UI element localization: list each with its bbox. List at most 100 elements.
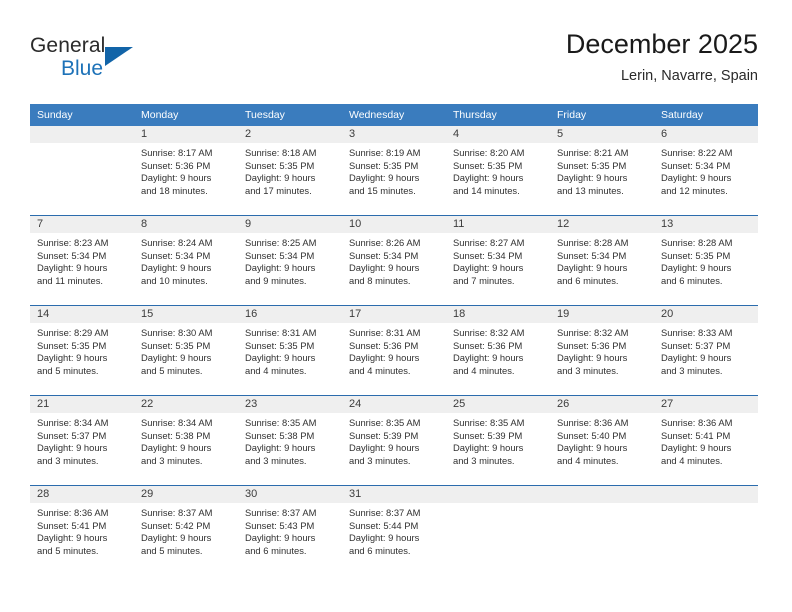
day-number: 22 [134,396,238,413]
daylight-duration-line1: Daylight: 9 hours [245,262,316,274]
calendar-day-cell[interactable]: 27 Sunrise: 8:36 AM Sunset: 5:41 PM Dayligh… [654,396,758,485]
calendar-day-cell[interactable]: 22 Sunrise: 8:34 AM Sunset: 5:38 PM Dayligh… [134,396,238,485]
sunrise-time: Sunrise: 8:28 AM [557,237,629,248]
daylight-duration-line2: and 9 minutes. [245,274,307,286]
day-details: Sunrise: 8:31 AM Sunset: 5:36 PM Daylight:… [342,323,446,377]
calendar-day-cell[interactable]: 16 Sunrise: 8:31 AM Sunset: 5:35 PM Dayligh… [238,306,342,395]
title-block: December 2025 Lerin, Navarre, Spain [566,28,758,87]
calendar-day-cell[interactable]: 15 Sunrise: 8:30 AM Sunset: 5:35 PM Dayligh… [134,306,238,395]
sunset-time: Sunset: 5:35 PM [141,339,211,351]
sunrise-time: Sunrise: 8:17 AM [141,147,213,158]
daylight-duration-line1: Daylight: 9 hours [349,172,420,184]
sunrise-time: Sunrise: 8:25 AM [245,237,317,248]
weekday-header-wednesday: Wednesday [349,109,405,121]
daylight-duration-line2: and 4 minutes. [661,454,723,466]
day-details: Sunrise: 8:32 AM Sunset: 5:36 PM Daylight:… [446,323,550,377]
sunset-time: Sunset: 5:35 PM [245,339,315,351]
daylight-duration-line1: Daylight: 9 hours [557,352,628,364]
calendar-day-cell[interactable]: 4 Sunrise: 8:20 AM Sunset: 5:35 PM Daylight… [446,126,550,215]
daylight-duration-line2: and 4 minutes. [349,364,411,376]
calendar-day-cell[interactable]: 18 Sunrise: 8:32 AM Sunset: 5:36 PM Dayligh… [446,306,550,395]
calendar-day-cell[interactable]: 21 Sunrise: 8:34 AM Sunset: 5:37 PM Dayligh… [30,396,134,485]
sunset-time: Sunset: 5:39 PM [349,429,419,441]
daylight-duration-line1: Daylight: 9 hours [661,352,732,364]
daylight-duration-line1: Daylight: 9 hours [349,262,420,274]
daylight-duration-line1: Daylight: 9 hours [245,352,316,364]
daylight-duration-line2: and 6 minutes. [661,274,723,286]
sunset-time: Sunset: 5:37 PM [661,339,731,351]
daylight-duration-line2: and 17 minutes. [245,184,312,196]
calendar-day-cell[interactable]: 19 Sunrise: 8:32 AM Sunset: 5:36 PM Dayligh… [550,306,654,395]
calendar-day-cell-empty [550,486,654,576]
calendar-day-cell[interactable]: 23 Sunrise: 8:35 AM Sunset: 5:38 PM Dayligh… [238,396,342,485]
sunset-time: Sunset: 5:42 PM [141,519,211,531]
calendar-day-cell[interactable]: 25 Sunrise: 8:35 AM Sunset: 5:39 PM Dayligh… [446,396,550,485]
day-details: Sunrise: 8:35 AM Sunset: 5:38 PM Daylight:… [238,413,342,467]
day-number: 18 [446,306,550,323]
calendar-day-cell[interactable]: 1 Sunrise: 8:17 AM Sunset: 5:36 PM Daylight… [134,126,238,215]
day-number: 11 [446,216,550,233]
calendar-day-cell[interactable]: 9 Sunrise: 8:25 AM Sunset: 5:34 PM Daylight… [238,216,342,305]
sunrise-time: Sunrise: 8:19 AM [349,147,421,158]
sunrise-time: Sunrise: 8:34 AM [141,417,213,428]
calendar-day-cell[interactable]: 5 Sunrise: 8:21 AM Sunset: 5:35 PM Daylight… [550,126,654,215]
day-details: Sunrise: 8:23 AM Sunset: 5:34 PM Daylight:… [30,233,134,287]
calendar-day-cell[interactable]: 13 Sunrise: 8:28 AM Sunset: 5:35 PM Dayligh… [654,216,758,305]
day-details: Sunrise: 8:28 AM Sunset: 5:35 PM Daylight:… [654,233,758,287]
daylight-duration-line2: and 3 minutes. [141,454,203,466]
day-number: 6 [654,126,758,143]
daylight-duration-line1: Daylight: 9 hours [661,442,732,454]
day-number: 17 [342,306,446,323]
calendar-day-cell[interactable]: 24 Sunrise: 8:35 AM Sunset: 5:39 PM Dayligh… [342,396,446,485]
day-number: 7 [30,216,134,233]
sunset-time: Sunset: 5:36 PM [349,339,419,351]
day-number: 12 [550,216,654,233]
day-details: Sunrise: 8:36 AM Sunset: 5:41 PM Daylight:… [654,413,758,467]
calendar-week-row: 28 Sunrise: 8:36 AM Sunset: 5:41 PM Dayligh… [30,486,758,576]
calendar-day-cell[interactable]: 20 Sunrise: 8:33 AM Sunset: 5:37 PM Dayligh… [654,306,758,395]
calendar-day-cell[interactable]: 17 Sunrise: 8:31 AM Sunset: 5:36 PM Dayligh… [342,306,446,395]
calendar-page: General Blue December 2025 Lerin, Navarr… [0,0,792,612]
day-number: 1 [134,126,238,143]
calendar-day-cell[interactable]: 30 Sunrise: 8:37 AM Sunset: 5:43 PM Dayligh… [238,486,342,576]
daylight-duration-line1: Daylight: 9 hours [245,532,316,544]
sunset-time: Sunset: 5:35 PM [557,159,627,171]
day-details [446,503,550,507]
calendar-day-cell[interactable]: 6 Sunrise: 8:22 AM Sunset: 5:34 PM Daylight… [654,126,758,215]
calendar-day-cell[interactable]: 2 Sunrise: 8:18 AM Sunset: 5:35 PM Daylight… [238,126,342,215]
calendar-day-cell[interactable]: 7 Sunrise: 8:23 AM Sunset: 5:34 PM Daylight… [30,216,134,305]
sunrise-time: Sunrise: 8:27 AM [453,237,525,248]
sunrise-time: Sunrise: 8:36 AM [37,507,109,518]
calendar-day-cell[interactable]: 26 Sunrise: 8:36 AM Sunset: 5:40 PM Dayligh… [550,396,654,485]
sunrise-time: Sunrise: 8:26 AM [349,237,421,248]
calendar-day-cell[interactable]: 11 Sunrise: 8:27 AM Sunset: 5:34 PM Dayligh… [446,216,550,305]
day-number: 10 [342,216,446,233]
sunrise-time: Sunrise: 8:28 AM [661,237,733,248]
sunrise-time: Sunrise: 8:37 AM [245,507,317,518]
daylight-duration-line2: and 6 minutes. [557,274,619,286]
weekday-header-thursday: Thursday [453,109,497,121]
day-number: 14 [30,306,134,323]
day-details: Sunrise: 8:18 AM Sunset: 5:35 PM Daylight:… [238,143,342,197]
calendar-day-cell[interactable]: 3 Sunrise: 8:19 AM Sunset: 5:35 PM Daylight… [342,126,446,215]
calendar-day-cell[interactable]: 31 Sunrise: 8:37 AM Sunset: 5:44 PM Dayligh… [342,486,446,576]
daylight-duration-line2: and 14 minutes. [453,184,520,196]
daylight-duration-line2: and 4 minutes. [557,454,619,466]
location-subtitle: Lerin, Navarre, Spain [620,68,758,84]
calendar-day-cell[interactable]: 10 Sunrise: 8:26 AM Sunset: 5:34 PM Dayligh… [342,216,446,305]
calendar-day-cell[interactable]: 12 Sunrise: 8:28 AM Sunset: 5:34 PM Dayligh… [550,216,654,305]
calendar-day-cell[interactable]: 14 Sunrise: 8:29 AM Sunset: 5:35 PM Dayligh… [30,306,134,395]
brand-logo[interactable]: General Blue [30,34,210,90]
daylight-duration-line1: Daylight: 9 hours [37,442,108,454]
day-number: 24 [342,396,446,413]
calendar-day-cell[interactable]: 8 Sunrise: 8:24 AM Sunset: 5:34 PM Daylight… [134,216,238,305]
calendar-day-cell[interactable]: 29 Sunrise: 8:37 AM Sunset: 5:42 PM Dayligh… [134,486,238,576]
sunset-time: Sunset: 5:34 PM [349,249,419,261]
daylight-duration-line2: and 15 minutes. [349,184,416,196]
page-header: General Blue December 2025 Lerin, Navarr… [30,28,758,96]
day-details: Sunrise: 8:37 AM Sunset: 5:44 PM Daylight:… [342,503,446,557]
calendar-day-cell[interactable]: 28 Sunrise: 8:36 AM Sunset: 5:41 PM Dayligh… [30,486,134,576]
day-number: 26 [550,396,654,413]
sunset-time: Sunset: 5:38 PM [245,429,315,441]
day-details [30,143,134,147]
